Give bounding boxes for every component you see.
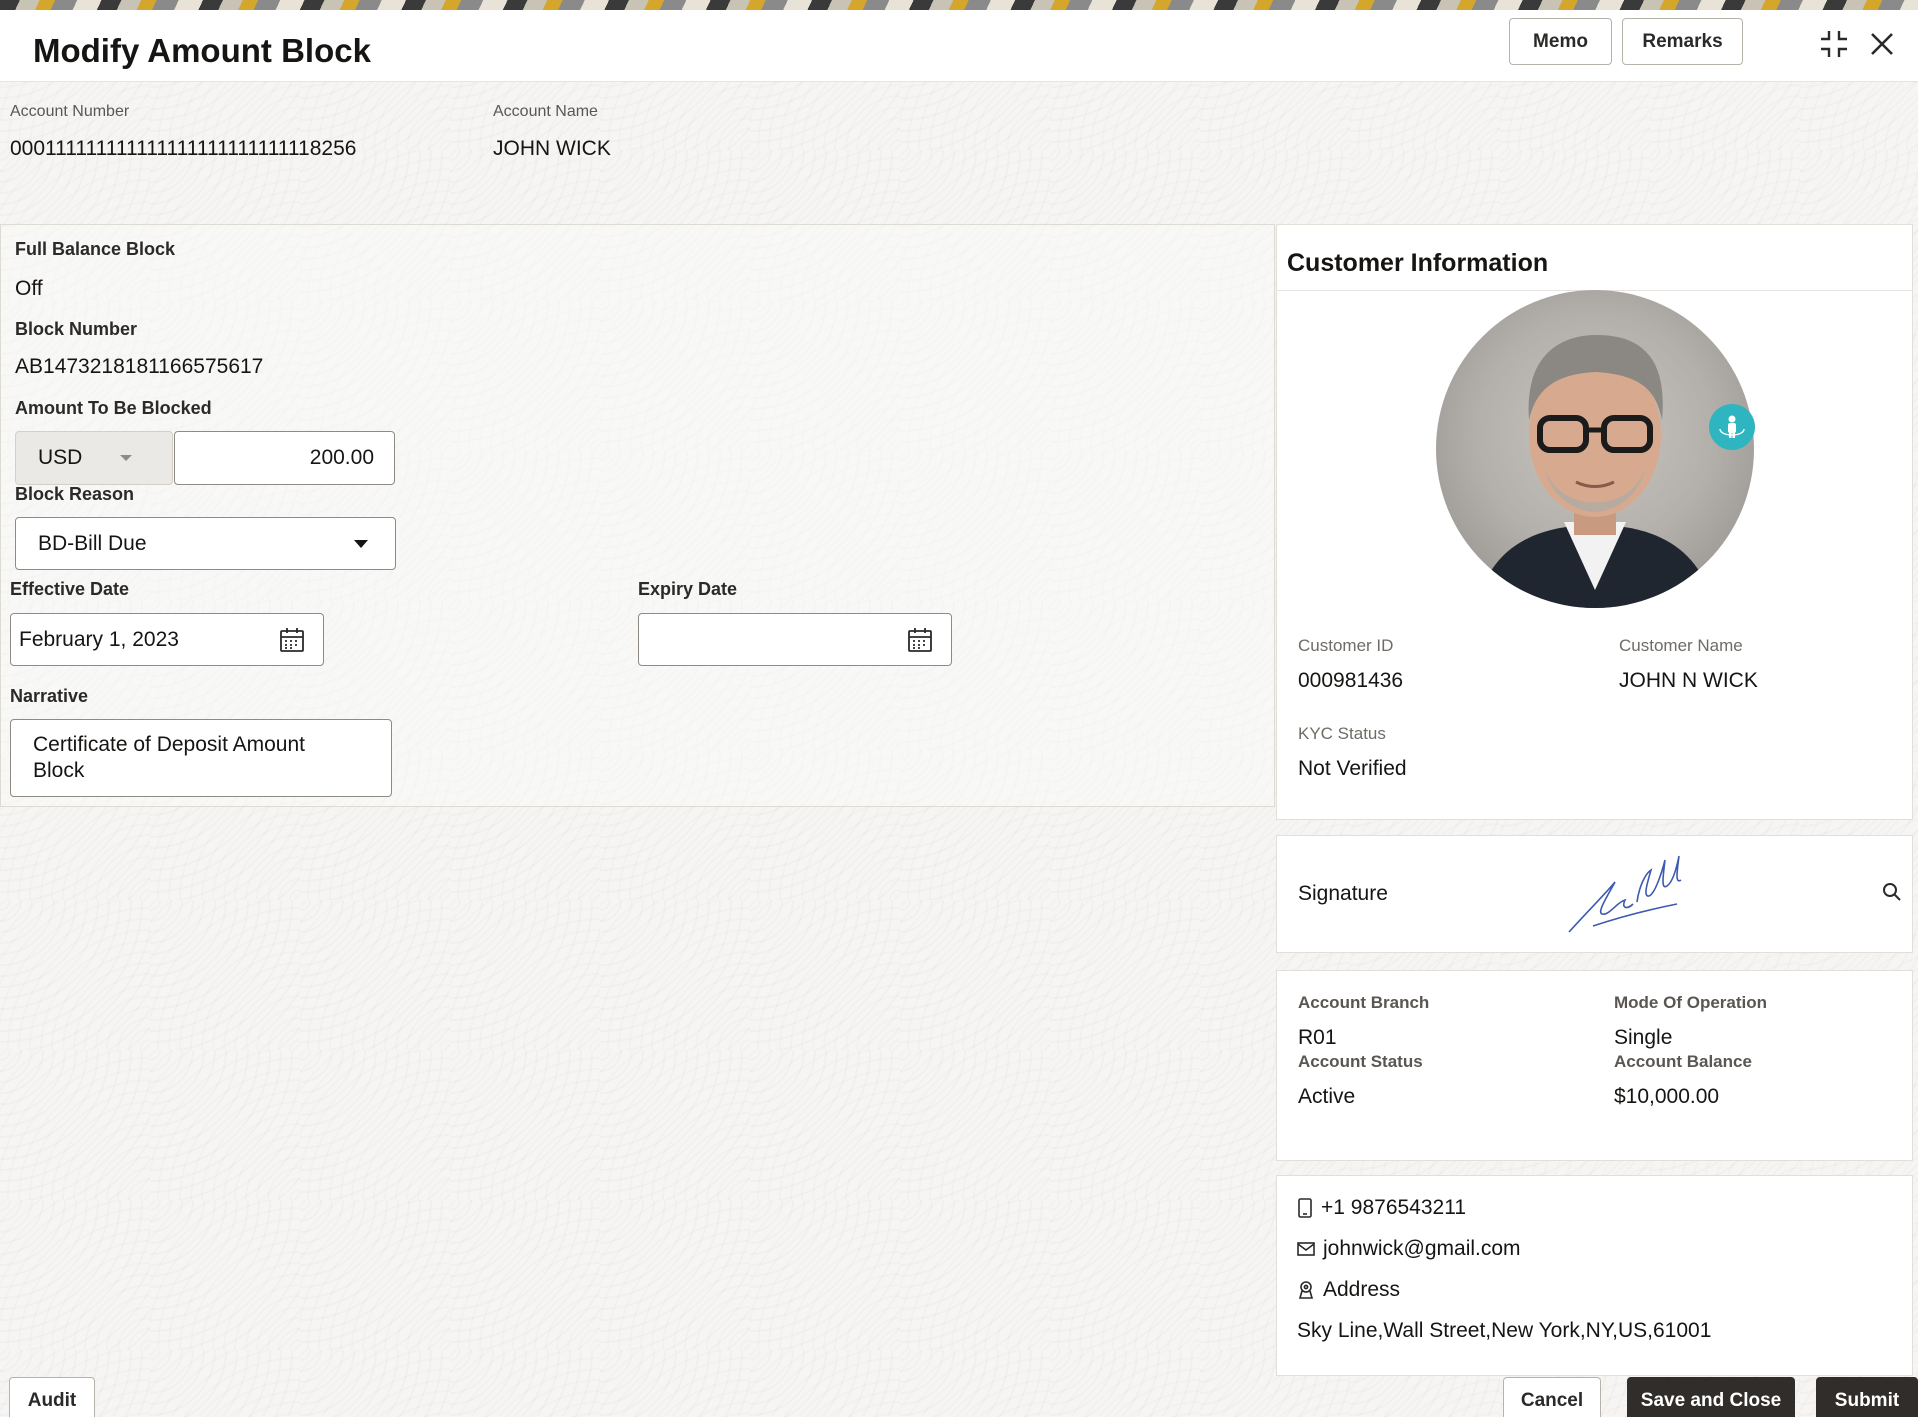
block-number-value: AB1473218181166575617 (15, 355, 264, 378)
phone-row: +1 9876543211 (1297, 1196, 1466, 1220)
customer-id-value: 000981436 (1298, 669, 1404, 692)
email-row: johnwick@gmail.com (1297, 1237, 1521, 1261)
account-name-label: Account Name (493, 103, 598, 120)
block-reason-label: Block Reason (15, 484, 135, 504)
signature-image (1567, 852, 1707, 939)
account-number-label: Account Number (10, 103, 130, 120)
phone-icon (1298, 1198, 1312, 1218)
narrative-label: Narrative (10, 686, 89, 706)
view-360-icon[interactable] (1709, 404, 1755, 450)
kyc-status-label: KYC Status (1298, 724, 1386, 743)
customer-information-title: Customer Information (1287, 249, 1549, 277)
mail-icon (1297, 1242, 1315, 1256)
address-value: Sky Line,Wall Street,New York,NY,US,6100… (1297, 1319, 1712, 1342)
currency-select[interactable]: USD (15, 431, 173, 485)
full-balance-block-label: Full Balance Block (15, 239, 176, 259)
save-and-close-button[interactable]: Save and Close (1627, 1377, 1795, 1417)
account-balance-label: Account Balance (1614, 1052, 1752, 1071)
narrative-textarea[interactable]: Certificate of Deposit Amount Block (10, 719, 392, 797)
page-header: Modify Amount Block Memo Remarks (0, 10, 1918, 82)
currency-dropdown-icon (120, 455, 133, 461)
close-icon[interactable] (1862, 24, 1902, 64)
form-panel: Full Balance Block Off Block Number AB14… (0, 224, 1275, 807)
effective-date-value: February 1, 2023 (19, 627, 179, 651)
photo-area (1277, 290, 1912, 620)
location-icon (1298, 1281, 1314, 1299)
effective-date-input[interactable]: February 1, 2023 (10, 613, 324, 666)
contact-card: +1 9876543211 johnwick@gmail.com Address… (1276, 1175, 1913, 1376)
account-name-value: JOHN WICK (493, 137, 611, 160)
signature-label: Signature (1298, 882, 1388, 905)
top-decorative-strip (0, 0, 1918, 10)
narrative-value: Certificate of Deposit Amount Block (33, 733, 305, 782)
block-reason-select[interactable]: BD-Bill Due (15, 517, 396, 570)
effective-date-label: Effective Date (10, 579, 130, 599)
phone-value: +1 9876543211 (1321, 1196, 1467, 1219)
address-row: Address (1297, 1278, 1400, 1302)
signature-card: Signature (1276, 835, 1913, 953)
block-reason-value: BD-Bill Due (38, 531, 147, 555)
account-branch-label: Account Branch (1298, 993, 1430, 1012)
amount-to-be-blocked-label: Amount To Be Blocked (15, 398, 212, 418)
kyc-status-value: Not Verified (1298, 757, 1407, 780)
calendar-icon[interactable] (279, 627, 305, 659)
customer-id-label: Customer ID (1298, 636, 1394, 655)
account-status-value: Active (1298, 1085, 1356, 1108)
search-icon[interactable] (1882, 882, 1902, 907)
chevron-down-icon (354, 540, 368, 548)
block-number-label: Block Number (15, 319, 138, 339)
expiry-date-input[interactable] (638, 613, 952, 666)
expiry-date-label: Expiry Date (638, 579, 738, 599)
memo-button[interactable]: Memo (1509, 18, 1612, 65)
calendar-icon[interactable] (907, 627, 933, 659)
remarks-button[interactable]: Remarks (1622, 18, 1743, 65)
account-number-value: 000111111111111111111111111118256 (10, 137, 357, 160)
audit-button[interactable]: Audit (9, 1377, 95, 1417)
submit-button[interactable]: Submit (1816, 1377, 1918, 1417)
mode-of-operation-value: Single (1614, 1026, 1673, 1049)
cancel-button[interactable]: Cancel (1503, 1377, 1601, 1417)
account-balance-value: $10,000.00 (1614, 1085, 1720, 1108)
page-title: Modify Amount Block (33, 32, 371, 69)
customer-name-value: JOHN N WICK (1619, 669, 1758, 692)
amount-input[interactable]: 200.00 (174, 431, 395, 485)
full-balance-block-value: Off (15, 277, 43, 300)
minimize-icon[interactable] (1814, 24, 1854, 64)
email-value: johnwick@gmail.com (1323, 1237, 1521, 1260)
amount-value: 200.00 (309, 446, 374, 469)
avatar (1436, 290, 1754, 608)
customer-information-card: Customer Information Customer ID 0009814… (1276, 224, 1913, 820)
address-label: Address (1323, 1278, 1401, 1301)
account-status-label: Account Status (1298, 1052, 1423, 1071)
mode-of-operation-label: Mode Of Operation (1614, 993, 1767, 1012)
currency-value: USD (38, 446, 83, 469)
customer-name-label: Customer Name (1619, 636, 1743, 655)
account-details-card: Account Branch R01 Mode Of Operation Sin… (1276, 970, 1913, 1161)
account-branch-value: R01 (1298, 1026, 1337, 1049)
